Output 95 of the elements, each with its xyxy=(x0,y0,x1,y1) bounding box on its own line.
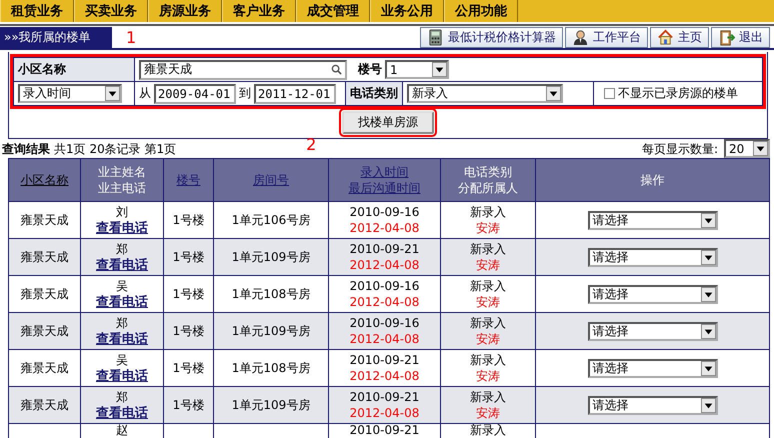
annotation-number: 2 xyxy=(306,135,316,154)
phone-type: 新录入 xyxy=(469,278,507,294)
column-header: 操作 xyxy=(536,158,770,202)
action-dropdown[interactable]: 请选择 xyxy=(588,358,718,378)
calculator-icon xyxy=(427,29,444,46)
assignee-name: 安涛 xyxy=(475,331,501,347)
action-dropdown[interactable]: 请选择 xyxy=(588,284,718,304)
entry-date: 2010-09-16 xyxy=(348,315,420,331)
table-cell-text: 赵 xyxy=(115,424,129,437)
owner-name: 郑 xyxy=(115,314,129,330)
owner-name: 郑 xyxy=(115,388,129,404)
assignee-name: 安涛 xyxy=(475,368,501,384)
view-phone-link[interactable]: 查看电话 xyxy=(96,294,148,310)
page-size-label: 每页显示数量: xyxy=(642,141,718,158)
phone-type-dropdown[interactable]: 新录入 xyxy=(407,84,563,103)
checkbox[interactable] xyxy=(604,88,615,99)
to-label: 到 xyxy=(239,85,251,102)
view-phone-link[interactable]: 查看电话 xyxy=(96,406,148,420)
toolbar-button[interactable]: 工作平台 xyxy=(565,27,648,48)
phone-type: 新录入 xyxy=(469,352,507,368)
nav-menu-item[interactable]: 客户业务 xyxy=(222,0,296,22)
exit-door-icon xyxy=(718,29,735,46)
assignee-name: 安涛 xyxy=(475,220,501,236)
last-contact-date: 2012-04-08 xyxy=(348,294,420,310)
table-cell: 1号楼 xyxy=(164,386,214,424)
toolbar-button[interactable]: 主页 xyxy=(650,27,709,48)
last-contact-date: 2012-04-08 xyxy=(348,257,420,273)
from-label: 从 xyxy=(139,85,151,102)
search-icon xyxy=(331,64,342,75)
nav-menu-item[interactable]: 租赁业务 xyxy=(0,0,74,22)
table-cell: 雍景天成 xyxy=(8,238,80,276)
last-contact-date: 2012-04-08 xyxy=(348,368,420,384)
nav-menu-item[interactable]: 成交管理 xyxy=(296,0,370,22)
column-header: 电话类别 分配所属人 xyxy=(440,158,536,202)
table-cell-text: 新录入 xyxy=(469,424,507,437)
owner-name: 刘 xyxy=(115,204,129,220)
community-search-field[interactable]: 雍景天成 xyxy=(139,60,347,80)
nav-menu-item[interactable]: 业务公用 xyxy=(370,0,444,22)
annotation-number: 1 xyxy=(126,28,136,47)
owner-name: 吴 xyxy=(115,352,129,368)
phone-type: 新录入 xyxy=(469,315,507,331)
view-phone-link[interactable]: 查看电话 xyxy=(96,368,148,384)
nav-menu-item[interactable]: 买卖业务 xyxy=(74,0,148,22)
toolbar-button[interactable]: 最低计税价格计算器 xyxy=(420,27,563,48)
table-cell: 雍景天成 xyxy=(8,386,80,424)
action-dropdown[interactable]: 请选择 xyxy=(588,396,718,414)
page-title: »»我所属的楼单 xyxy=(0,27,112,48)
view-phone-link[interactable]: 查看电话 xyxy=(96,332,148,346)
checkbox-label: 不显示已录房源的楼单 xyxy=(618,85,738,102)
action-dropdown[interactable]: 请选择 xyxy=(588,322,718,340)
field-label: 楼号 xyxy=(358,61,382,78)
phone-type: 新录入 xyxy=(469,204,507,220)
home-icon xyxy=(657,29,674,46)
table-cell: 雍景天成 xyxy=(8,312,80,350)
table-cell: 1号楼 xyxy=(164,312,214,350)
owner-name: 吴 xyxy=(115,278,129,294)
column-header[interactable]: 小区名称 xyxy=(8,158,80,202)
search-button[interactable]: 找楼单房源 xyxy=(342,111,434,134)
phone-type: 新录入 xyxy=(469,241,507,257)
assignee-name: 安涛 xyxy=(475,405,501,421)
view-phone-link[interactable]: 查看电话 xyxy=(96,220,148,236)
building-dropdown[interactable]: 1 xyxy=(385,60,449,79)
nav-menu-item[interactable]: 公用功能 xyxy=(444,0,518,22)
last-contact-date: 2012-04-08 xyxy=(348,331,420,347)
time-type-dropdown[interactable]: 录入时间 xyxy=(18,84,122,103)
action-dropdown[interactable]: 请选择 xyxy=(588,248,718,266)
owner-name: 郑 xyxy=(115,240,129,256)
from-date-field[interactable]: 2009-04-01 xyxy=(154,84,236,104)
entry-date: 2010-09-21 xyxy=(348,241,420,257)
field-label: 小区名称 xyxy=(14,58,135,81)
field-label: 电话类别 xyxy=(346,82,403,105)
results-heading: 查询结果 xyxy=(2,141,50,158)
entry-date: 2010-09-16 xyxy=(348,278,420,294)
entry-date: 2010-09-21 xyxy=(348,352,420,368)
table-cell: 1单元109号房 xyxy=(214,386,328,424)
table-cell-text: 2010-09-21 xyxy=(348,424,420,437)
person-icon xyxy=(572,29,589,46)
last-contact-date: 2012-04-08 xyxy=(348,220,420,236)
view-phone-link[interactable]: 查看电话 xyxy=(96,258,148,272)
table-cell: 1单元109号房 xyxy=(214,238,328,276)
results-summary: 共1页 20条记录 第1页 xyxy=(54,141,176,158)
last-contact-date: 2012-04-08 xyxy=(348,405,420,421)
table-cell: 1号楼 xyxy=(164,238,214,276)
nav-menu-item[interactable]: 房源业务 xyxy=(148,0,222,22)
phone-type: 新录入 xyxy=(469,389,507,405)
page-size-dropdown[interactable]: 20 xyxy=(724,139,770,158)
assignee-name: 安涛 xyxy=(475,257,501,273)
entry-date: 2010-09-16 xyxy=(348,204,420,220)
to-date-field[interactable]: 2011-12-01 xyxy=(254,84,336,104)
column-header: 业主姓名 业主电话 xyxy=(80,158,164,202)
action-dropdown[interactable]: 请选择 xyxy=(588,210,718,230)
table-cell: 1单元109号房 xyxy=(214,312,328,350)
assignee-name: 安涛 xyxy=(475,294,501,310)
entry-date: 2010-09-21 xyxy=(348,389,420,405)
toolbar-button[interactable]: 退出 xyxy=(711,27,770,48)
